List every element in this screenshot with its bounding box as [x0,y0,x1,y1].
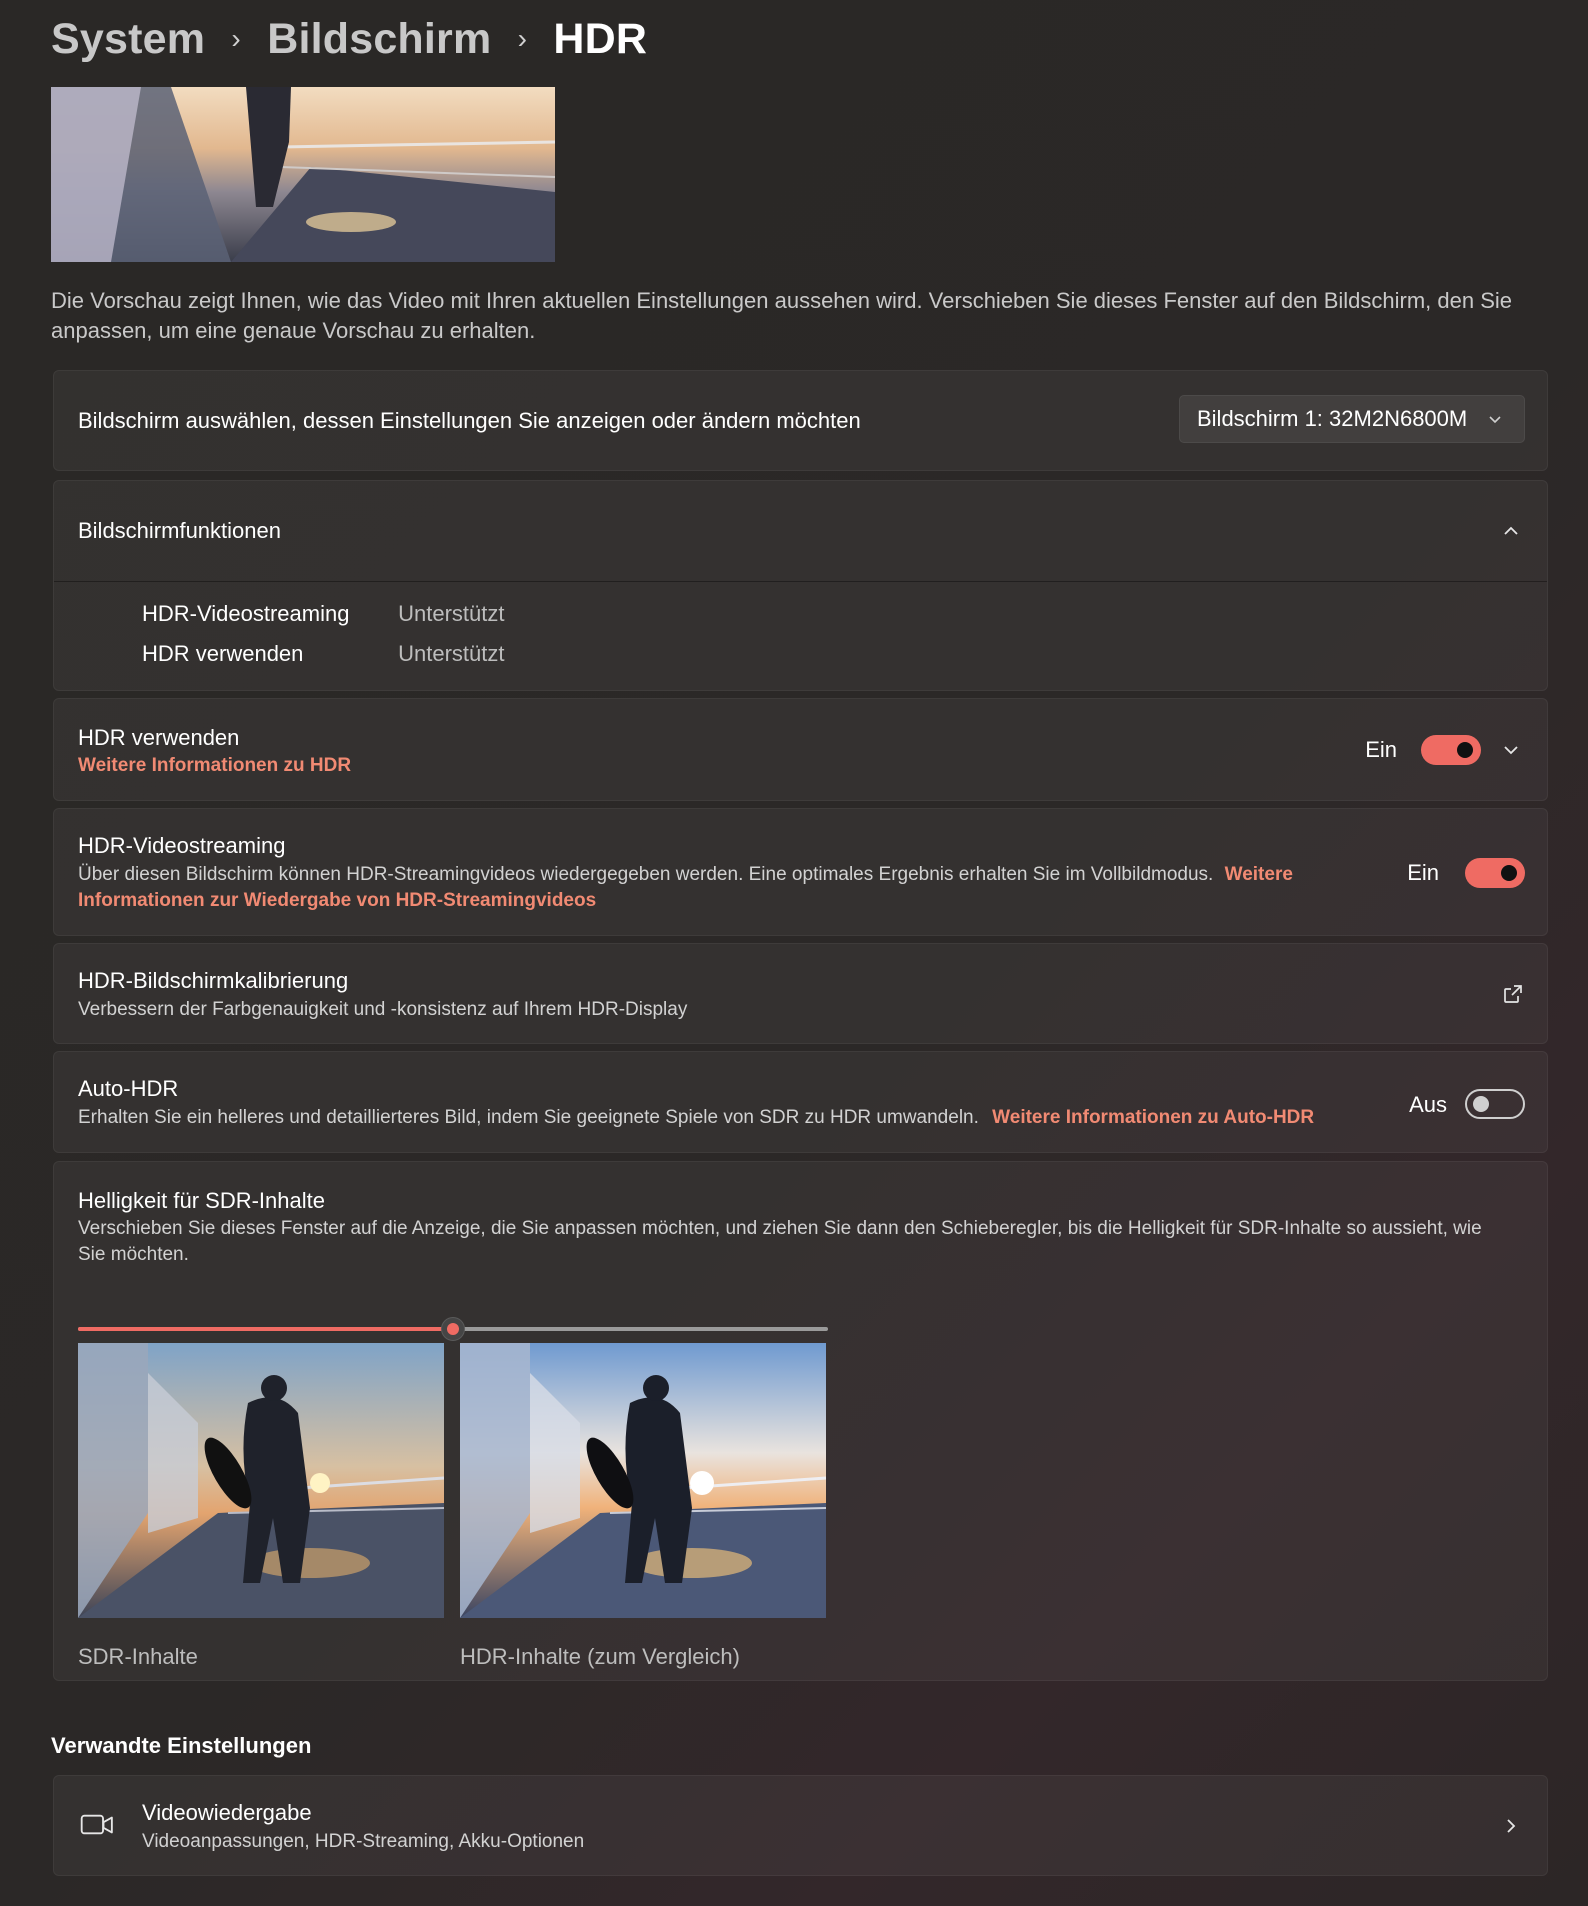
auto-hdr-description-text: Erhalten Sie ein helleres und detaillier… [78,1107,979,1128]
display-select-label: Bildschirm auswählen, dessen Einstellung… [78,408,861,433]
hdr-streaming-title: HDR-Videostreaming [78,833,286,858]
breadcrumb-separator: › [517,23,528,54]
use-hdr-state: Ein [1365,737,1397,762]
chevron-down-icon [1489,416,1501,424]
use-hdr-learn-more-link[interactable]: Weitere Informationen zu HDR [78,753,351,779]
sdr-content-label: SDR-Inhalte [78,1644,198,1669]
display-dropdown-value: Bildschirm 1: 32M2N6800M [1197,406,1468,431]
hdr-streaming-learn-more-link[interactable]: Weitere [1225,864,1293,885]
chevron-down-icon[interactable] [1499,738,1523,762]
sdr-brightness-card: Helligkeit für SDR-Inhalte Verschieben S… [53,1161,1548,1681]
hdr-scene [460,1343,826,1618]
video-camera-icon [80,1814,113,1835]
feature-name: HDR-Videostreaming [142,601,350,626]
breadcrumb: System › Bildschirm › HDR [51,8,647,70]
hdr-streaming-description-text: Über diesen Bildschirm können HDR-Stream… [78,864,1214,885]
display-features-header[interactable]: Bildschirmfunktionen [54,481,1547,582]
feature-value: Unterstützt [398,641,505,666]
display-dropdown[interactable]: Bildschirm 1: 32M2N6800M [1179,395,1525,443]
open-external-icon[interactable] [1501,982,1525,1006]
auto-hdr-state: Aus [1409,1092,1447,1117]
chevron-up-icon[interactable] [1499,519,1523,543]
breadcrumb-system[interactable]: System [51,15,205,64]
hdr-calibration-title: HDR-Bildschirmkalibrierung [78,968,349,993]
hdr-calibration-description: Verbessern der Farbgenauigkeit und -kons… [78,999,688,1020]
hdr-streaming-description: Über diesen Bildschirm können HDR-Stream… [78,862,1378,888]
hdr-content-image [460,1343,826,1618]
sdr-brightness-slider[interactable] [78,1317,828,1341]
display-features-card: Bildschirmfunktionen HDR-Videostreaming … [53,480,1548,691]
sdr-brightness-title: Helligkeit für SDR-Inhalte [78,1188,325,1213]
sdr-scene [78,1343,444,1618]
feature-name: HDR verwenden [142,641,304,666]
sdr-content-image [78,1343,444,1618]
use-hdr-card: HDR verwenden Weitere Informationen zu H… [53,698,1548,801]
sdr-brightness-description: Verschieben Sie dieses Fenster auf die A… [78,1218,1482,1265]
auto-hdr-title: Auto-HDR [78,1076,179,1101]
auto-hdr-card: Auto-HDR Erhalten Sie ein helleres und d… [53,1051,1548,1153]
chevron-right-icon [1507,1819,1516,1833]
related-item-description: Videoanpassungen, HDR-Streaming, Akku-Op… [142,1831,585,1852]
auto-hdr-toggle[interactable] [1465,1089,1525,1119]
hdr-streaming-state: Ein [1407,860,1439,885]
feature-value: Unterstützt [398,601,505,626]
preview-description: Die Vorschau zeigt Ihnen, wie das Video … [51,288,1513,343]
hdr-streaming-learn-more-link-continued[interactable]: Informationen zur Wiedergabe von HDR-Str… [78,888,596,914]
display-features-title: Bildschirmfunktionen [78,518,281,543]
related-item-title: Videowiedergabe [142,1800,312,1825]
auto-hdr-description: Erhalten Sie ein helleres und detaillier… [78,1105,1314,1131]
breadcrumb-display[interactable]: Bildschirm [267,15,491,64]
hdr-streaming-card: HDR-Videostreaming Über diesen Bildschir… [53,808,1548,936]
use-hdr-toggle[interactable] [1421,735,1481,765]
slider-thumb[interactable] [441,1317,465,1341]
display-select-card: Bildschirm auswählen, dessen Einstellung… [53,370,1548,471]
related-item-video-playback[interactable]: Videowiedergabe Videoanpassungen, HDR-St… [53,1775,1548,1876]
hdr-content-label: HDR-Inhalte (zum Vergleich) [460,1644,740,1669]
feature-row: HDR-Videostreaming Unterstützt [142,601,505,627]
hdr-preview-video [51,87,555,262]
preview-scene [51,87,555,262]
use-hdr-title: HDR verwenden [78,725,240,750]
breadcrumb-hdr: HDR [553,14,648,63]
slider-fill [78,1327,453,1331]
breadcrumb-separator: › [231,23,241,54]
feature-row: HDR verwenden Unterstützt [142,641,505,667]
related-settings-heading: Verwandte Einstellungen [51,1733,312,1758]
hdr-calibration-card[interactable]: HDR-Bildschirmkalibrierung Verbessern de… [53,943,1548,1044]
hdr-streaming-toggle[interactable] [1465,858,1525,888]
auto-hdr-learn-more-link[interactable]: Weitere Informationen zu Auto-HDR [992,1107,1314,1128]
